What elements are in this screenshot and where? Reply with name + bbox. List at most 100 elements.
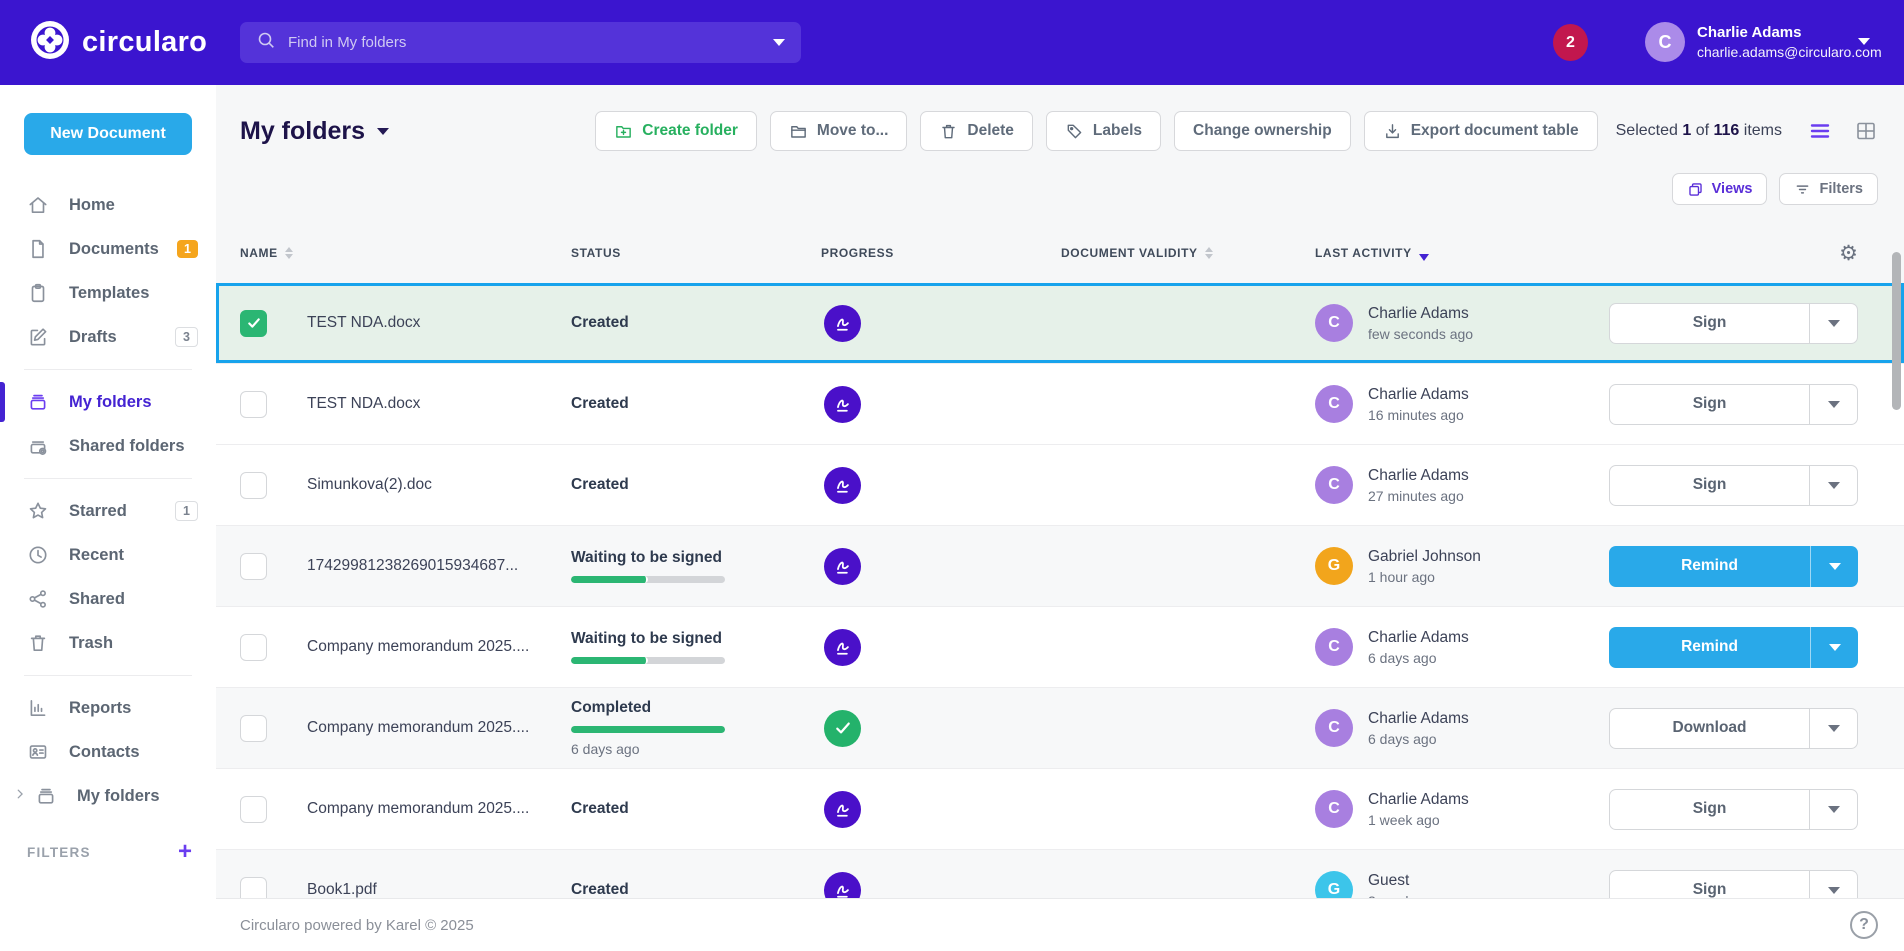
sidebar-item-starred[interactable]: Starred1 (0, 489, 216, 533)
sidebar-item-trash[interactable]: Trash (0, 621, 216, 665)
sidebar-item-drafts[interactable]: Drafts3 (0, 315, 216, 359)
circularo-logo-icon (30, 20, 70, 65)
action-button-label[interactable]: Remind (1609, 627, 1810, 668)
delete-button[interactable]: Delete (920, 111, 1033, 151)
signature-progress-icon (824, 548, 861, 585)
sign-split-button[interactable]: Sign (1609, 789, 1858, 830)
last-activity-cell: GGabriel Johnson1 hour ago (1315, 547, 1609, 585)
sidebar-item-documents[interactable]: Documents1 (0, 227, 216, 271)
brand[interactable]: circularo (30, 20, 207, 65)
status-text: Waiting to be signed (571, 549, 821, 567)
table-row[interactable]: Company memorandum 2025....Completed6 da… (216, 688, 1904, 769)
signature-progress-icon (824, 305, 861, 342)
row-checkbox[interactable] (240, 553, 267, 580)
sort-icons[interactable] (285, 247, 293, 259)
sidebar-item-recent[interactable]: Recent (0, 533, 216, 577)
sign-split-button[interactable]: Sign (1609, 465, 1858, 506)
signature-progress-icon (824, 629, 861, 666)
table-row[interactable]: Simunkova(2).docCreatedCCharlie Adams27 … (216, 445, 1904, 526)
remind-split-button[interactable]: Remind (1609, 546, 1858, 587)
grid-view-icon[interactable] (1854, 119, 1878, 143)
action-dropdown-caret[interactable] (1810, 627, 1858, 668)
document-name[interactable]: Company memorandum 2025.... (307, 638, 571, 656)
sidebar-divider (24, 478, 192, 479)
sidebar-item-my-folders[interactable]: My folders (0, 774, 216, 818)
action-dropdown-caret[interactable] (1809, 466, 1857, 505)
change-ownership-button[interactable]: Change ownership (1174, 111, 1351, 151)
create-folder-button[interactable]: Create folder (595, 111, 757, 151)
column-header-progress[interactable]: PROGRESS (821, 246, 1061, 260)
filters-button[interactable]: Filters (1779, 173, 1878, 205)
search-scope-dropdown-icon[interactable] (773, 39, 785, 46)
clock-icon (27, 544, 49, 566)
row-checkbox[interactable] (240, 715, 267, 742)
labels-button[interactable]: Labels (1046, 111, 1161, 151)
column-header-last-activity[interactable]: LAST ACTIVITY (1315, 245, 1609, 261)
new-document-button[interactable]: New Document (24, 113, 192, 155)
column-header-name[interactable]: NAME (240, 246, 571, 260)
button-label: Export document table (1411, 122, 1579, 140)
action-dropdown-caret[interactable] (1809, 304, 1857, 343)
title-dropdown-caret-icon[interactable] (377, 128, 389, 135)
document-name[interactable]: TEST NDA.docx (307, 395, 571, 413)
action-button-label[interactable]: Sign (1610, 304, 1809, 343)
sidebar-item-shared-folders[interactable]: Shared folders (0, 424, 216, 468)
action-button-label[interactable]: Sign (1610, 790, 1809, 829)
document-name[interactable]: 17429981238269015934687... (307, 557, 571, 575)
search-input[interactable] (288, 34, 773, 51)
table-row[interactable]: TEST NDA.docxCreatedCCharlie Adamsfew se… (216, 283, 1904, 364)
table-row[interactable]: Company memorandum 2025....CreatedCCharl… (216, 769, 1904, 850)
document-name[interactable]: TEST NDA.docx (307, 314, 571, 332)
action-button-label[interactable]: Remind (1609, 546, 1810, 587)
help-button[interactable]: ? (1850, 911, 1878, 939)
action-button-label[interactable]: Download (1610, 709, 1809, 748)
global-search[interactable] (240, 22, 801, 63)
remind-split-button[interactable]: Remind (1609, 627, 1858, 668)
row-checkbox[interactable] (240, 472, 267, 499)
document-name[interactable]: Book1.pdf (307, 881, 571, 899)
actor-name: Charlie Adams (1368, 305, 1473, 323)
sidebar-item-reports[interactable]: Reports (0, 686, 216, 730)
sidebar-item-templates[interactable]: Templates (0, 271, 216, 315)
sort-desc-icon[interactable] (1419, 254, 1429, 261)
sidebar-item-contacts[interactable]: Contacts (0, 730, 216, 774)
row-checkbox[interactable] (240, 634, 267, 661)
user-menu-caret-icon[interactable] (1858, 38, 1870, 45)
action-dropdown-caret[interactable] (1809, 385, 1857, 424)
action-dropdown-caret[interactable] (1810, 546, 1858, 587)
vertical-scrollbar[interactable] (1892, 252, 1901, 410)
action-dropdown-caret[interactable] (1809, 790, 1857, 829)
action-button-label[interactable]: Sign (1610, 385, 1809, 424)
document-name[interactable]: Simunkova(2).doc (307, 476, 571, 494)
column-header-document-validity[interactable]: DOCUMENT VALIDITY (1061, 246, 1315, 260)
table-row[interactable]: 17429981238269015934687...Waiting to be … (216, 526, 1904, 607)
list-view-icon[interactable] (1808, 119, 1832, 143)
action-button-label[interactable]: Sign (1610, 466, 1809, 505)
column-header-status[interactable]: STATUS (571, 246, 821, 260)
action-dropdown-caret[interactable] (1809, 709, 1857, 748)
sidebar-item-shared[interactable]: Shared (0, 577, 216, 621)
user-menu[interactable]: C Charlie Adams charlie.adams@circularo.… (1645, 22, 1882, 62)
sign-split-button[interactable]: Sign (1609, 384, 1858, 425)
document-name[interactable]: Company memorandum 2025.... (307, 719, 571, 737)
add-filter-icon[interactable]: + (178, 840, 192, 864)
page-title[interactable]: My folders (240, 117, 389, 146)
expand-chevron-icon[interactable] (13, 787, 27, 805)
table-row[interactable]: Company memorandum 2025....Waiting to be… (216, 607, 1904, 688)
export-document-table-button[interactable]: Export document table (1364, 111, 1598, 151)
sort-icons[interactable] (1205, 247, 1213, 259)
notification-badge[interactable]: 2 (1553, 24, 1588, 61)
row-checkbox[interactable] (240, 391, 267, 418)
document-name[interactable]: Company memorandum 2025.... (307, 800, 571, 818)
sign-split-button[interactable]: Sign (1609, 303, 1858, 344)
views-button[interactable]: Views (1672, 173, 1768, 205)
sidebar-item-home[interactable]: Home (0, 183, 216, 227)
progress-bar (571, 576, 725, 583)
row-checkbox[interactable] (240, 796, 267, 823)
progress-cell (821, 710, 1061, 747)
table-row[interactable]: TEST NDA.docxCreatedCCharlie Adams16 min… (216, 364, 1904, 445)
row-checkbox[interactable] (240, 310, 267, 337)
sidebar-item-my-folders[interactable]: My folders (0, 380, 216, 424)
download-split-button[interactable]: Download (1609, 708, 1858, 749)
move-to--button[interactable]: Move to... (770, 111, 907, 151)
